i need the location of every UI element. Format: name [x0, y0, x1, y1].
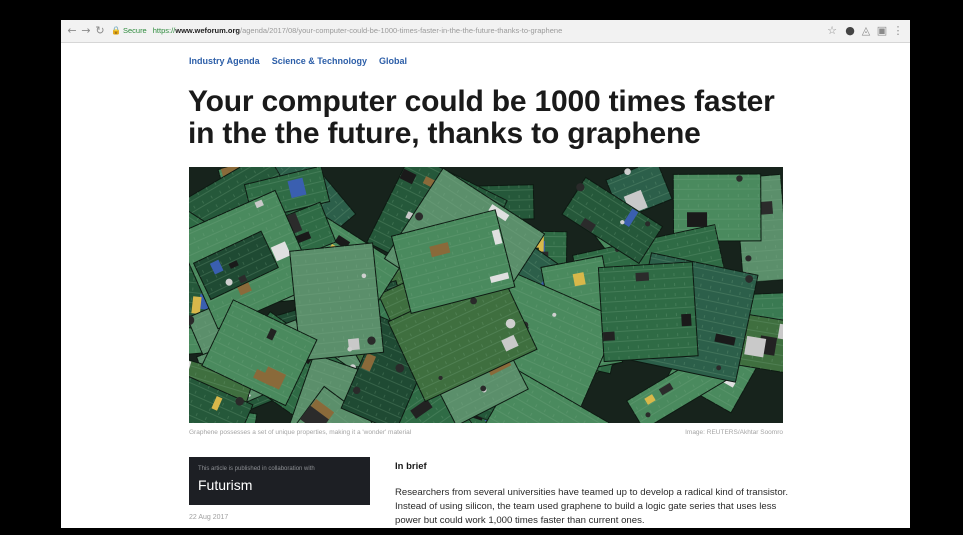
partner-box[interactable]: This article is published in collaborati… — [189, 457, 370, 505]
extension-icon[interactable]: ● — [843, 24, 857, 38]
hero-image-circuit-boards — [189, 167, 783, 423]
browser-toolbar: ← → ↻ 🔒 Secure https://www.weforum.org/age… — [61, 20, 910, 43]
topic-tags: Industry Agenda Science & Technology Globa… — [189, 56, 419, 66]
partner-name: Futurism — [198, 477, 253, 493]
image-credit: Image: REUTERS/Akhtar Soomro — [685, 429, 783, 436]
article-headline: Your computer could be 1000 times faster… — [188, 85, 775, 150]
browser-window: ← → ↻ 🔒 Secure https://www.weforum.org/age… — [61, 20, 910, 528]
forward-icon[interactable]: → — [79, 24, 93, 38]
extension-icon-3[interactable]: ▣ — [875, 24, 889, 38]
bookmark-star-icon[interactable]: ☆ — [825, 24, 839, 38]
address-bar[interactable]: 🔒 Secure https://www.weforum.org/agenda/20… — [111, 23, 821, 39]
url-host: www.weforum.org — [175, 26, 240, 35]
image-caption-row: Graphene possesses a set of unique prope… — [189, 429, 783, 436]
circuit-board — [597, 261, 699, 363]
tag-link[interactable]: Science & Technology — [272, 56, 367, 66]
url-scheme: https:// — [152, 26, 176, 35]
back-icon[interactable]: ← — [65, 24, 79, 38]
secure-label: Secure — [122, 26, 147, 35]
url-path: /agenda/2017/08/your-computer-could-be-1… — [239, 26, 563, 35]
menu-icon[interactable]: ⋮ — [891, 24, 905, 38]
publish-date: 22 Aug 2017 — [189, 514, 229, 521]
lock-icon: 🔒 — [111, 26, 121, 35]
brief-heading: In brief — [395, 461, 427, 472]
brief-paragraph: Researchers from several universities ha… — [395, 487, 789, 526]
reload-icon[interactable]: ↻ — [93, 24, 107, 38]
tag-link[interactable]: Industry Agenda — [189, 56, 260, 66]
partner-note: This article is published in collaborati… — [198, 466, 315, 472]
circuit-boards-illustration — [189, 167, 783, 423]
extension-icon-2[interactable]: ◬ — [859, 24, 873, 38]
image-caption: Graphene possesses a set of unique prope… — [189, 429, 412, 436]
tag-link[interactable]: Global — [379, 56, 407, 66]
